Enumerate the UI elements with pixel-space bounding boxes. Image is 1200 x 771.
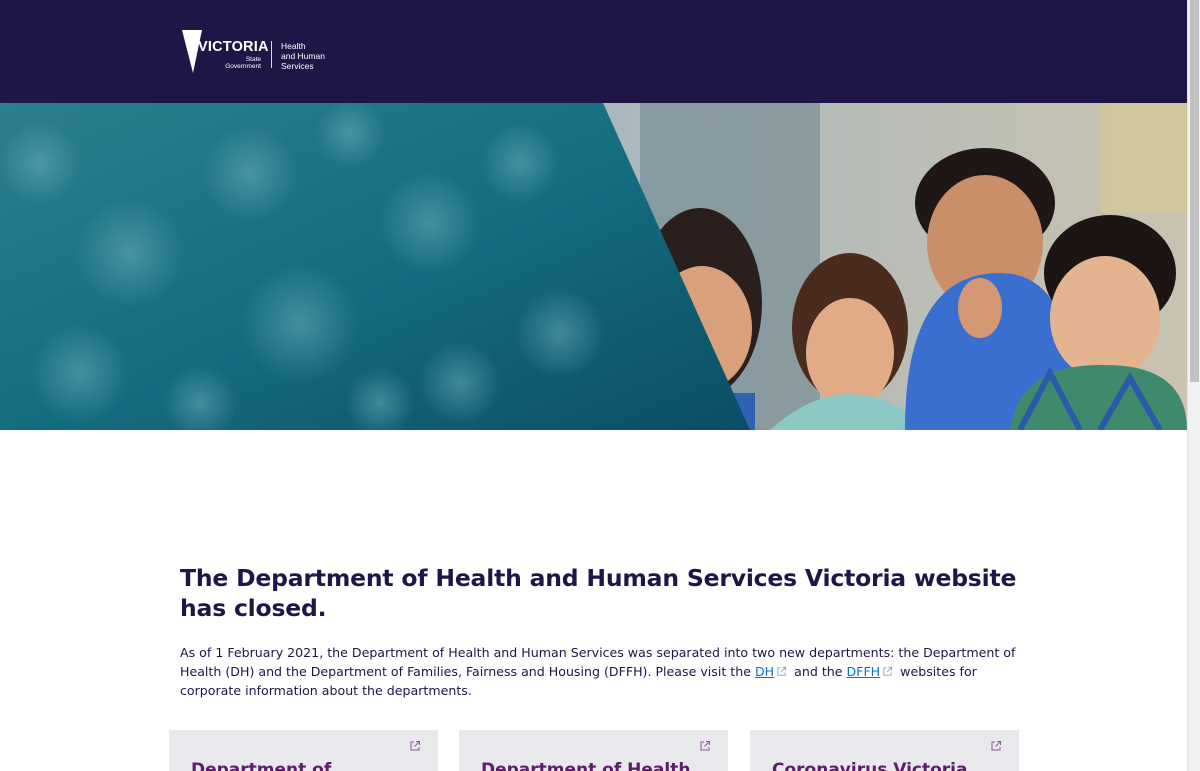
dffh-link[interactable]: DFFH	[847, 664, 881, 679]
card-department-of[interactable]: Department of	[169, 730, 438, 771]
logo-department-line: and Human	[281, 51, 325, 61]
logo-divider	[271, 41, 272, 68]
vertical-scrollbar[interactable]	[1187, 0, 1200, 771]
card-title: Department of Health	[481, 760, 691, 771]
logo-subtitle-line: Government	[225, 63, 261, 70]
external-link-icon	[777, 666, 787, 676]
card-coronavirus-victoria[interactable]: Coronavirus Victoria	[750, 730, 1019, 771]
logo-department-line: Health	[281, 41, 306, 51]
dh-link[interactable]: DH	[755, 664, 774, 679]
external-link-icon	[991, 741, 1001, 751]
scrollbar-thumb[interactable]	[1190, 0, 1199, 382]
page-title: The Department of Health and Human Servi…	[180, 564, 1017, 622]
external-link-icon	[410, 741, 420, 751]
card-title: Coronavirus Victoria	[772, 760, 968, 771]
logo-department-line: Services	[281, 61, 314, 71]
site-header: VICTORIA State Government Health and Hum…	[0, 0, 1187, 103]
card-department-of-health[interactable]: Department of Health	[459, 730, 728, 771]
main-content: The Department of Health and Human Servi…	[180, 563, 1020, 700]
hero-banner	[0, 103, 1187, 430]
logo-subtitle: State Government	[217, 56, 261, 70]
logo-subtitle-line: State	[245, 56, 261, 63]
intro-paragraph: As of 1 February 2021, the Department of…	[180, 643, 1020, 700]
site-logo-link[interactable]: VICTORIA State Government Health and Hum…	[182, 28, 332, 76]
page: VICTORIA State Government Health and Hum…	[0, 0, 1187, 771]
intro-text: and the	[790, 664, 847, 679]
card-title: Department of	[191, 760, 332, 771]
logo-wordmark: VICTORIA	[198, 39, 269, 55]
external-link-icon	[700, 741, 710, 751]
hero-image	[0, 103, 1187, 430]
link-cards: Department of Department of Health Coron…	[169, 730, 1019, 771]
logo-department-name: Health and Human Services	[281, 41, 325, 71]
external-link-icon	[883, 666, 893, 676]
